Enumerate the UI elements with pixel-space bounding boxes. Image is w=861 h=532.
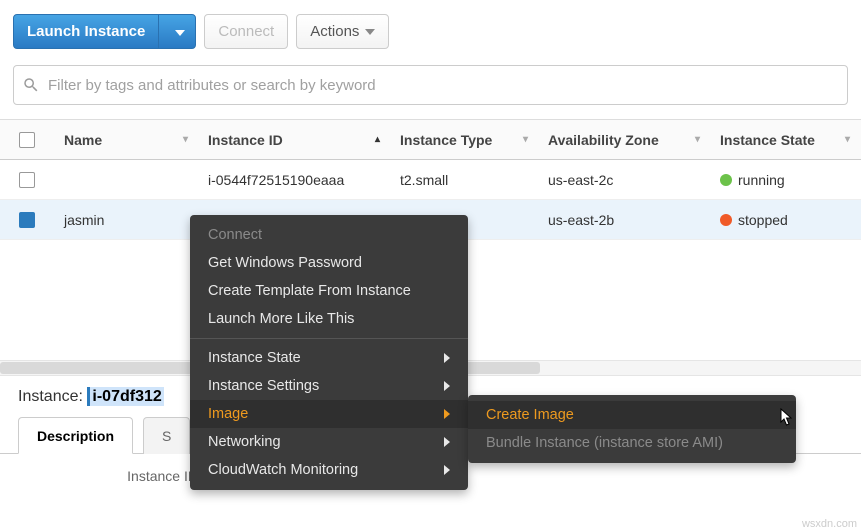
desc-label: Instance ID	[18, 468, 198, 484]
col-instance-type[interactable]: Instance Type▾	[390, 132, 538, 148]
cell-az: us-east-2b	[548, 212, 614, 228]
ctx-connect: Connect	[190, 221, 468, 249]
tab-description[interactable]: Description	[18, 417, 133, 454]
sub-bundle-instance: Bundle Instance (instance store AMI)	[468, 429, 796, 457]
cell-instance-type: t2.small	[400, 172, 448, 188]
actions-label: Actions	[310, 23, 359, 40]
chevron-right-icon	[444, 381, 450, 391]
launch-instance-dropdown[interactable]	[158, 14, 196, 49]
ctx-cloudwatch[interactable]: CloudWatch Monitoring	[190, 456, 468, 484]
table-header-row: Name▾ Instance ID▴ Instance Type▾ Availa…	[0, 120, 861, 160]
col-instance-state[interactable]: Instance State▾	[710, 132, 860, 148]
connect-button: Connect	[204, 14, 288, 49]
context-submenu-image: Create Image Bundle Instance (instance s…	[468, 395, 796, 463]
caret-down-icon	[175, 30, 185, 36]
tab-other[interactable]: S	[143, 417, 190, 454]
col-availability-zone[interactable]: Availability Zone▾	[538, 132, 710, 148]
search-bar[interactable]	[13, 65, 848, 105]
cell-name: jasmin	[64, 212, 104, 228]
sort-asc-icon: ▴	[375, 134, 380, 145]
watermark: wsxdn.com	[802, 518, 857, 530]
cell-state: stopped	[738, 212, 788, 228]
search-icon	[22, 76, 40, 94]
caret-down-icon	[365, 29, 375, 35]
ctx-get-windows-password[interactable]: Get Windows Password	[190, 249, 468, 277]
status-dot-icon	[720, 214, 732, 226]
row-checkbox[interactable]	[19, 172, 35, 188]
chevron-right-icon	[444, 465, 450, 475]
status-dot-icon	[720, 174, 732, 186]
cell-az: us-east-2c	[548, 172, 613, 188]
table-row[interactable]: i-0544f72515190eaaa t2.small us-east-2c …	[0, 160, 861, 200]
actions-button[interactable]: Actions	[296, 14, 389, 49]
select-all-checkbox[interactable]	[19, 132, 35, 148]
ctx-networking[interactable]: Networking	[190, 428, 468, 456]
ctx-launch-more[interactable]: Launch More Like This	[190, 305, 468, 333]
toolbar: Launch Instance Connect Actions	[0, 0, 861, 59]
menu-separator	[190, 338, 468, 339]
col-instance-id[interactable]: Instance ID▴	[198, 132, 390, 148]
mouse-cursor-icon	[779, 408, 795, 428]
sub-create-image[interactable]: Create Image	[468, 401, 796, 429]
chevron-right-icon	[444, 437, 450, 447]
detail-label: Instance:	[18, 388, 83, 405]
row-checkbox[interactable]	[19, 212, 35, 228]
sort-icon: ▾	[695, 134, 700, 145]
search-input[interactable]	[48, 77, 839, 94]
ctx-instance-state[interactable]: Instance State	[190, 344, 468, 372]
sort-icon: ▾	[845, 134, 850, 145]
sort-icon: ▾	[523, 134, 528, 145]
chevron-right-icon	[444, 409, 450, 419]
ctx-instance-settings[interactable]: Instance Settings	[190, 372, 468, 400]
detail-instance-id: i-07df312	[87, 387, 163, 406]
cell-state: running	[738, 172, 785, 188]
context-menu: Connect Get Windows Password Create Temp…	[190, 215, 468, 490]
col-name[interactable]: Name▾	[54, 132, 198, 148]
sort-icon: ▾	[183, 134, 188, 145]
launch-instance-button[interactable]: Launch Instance	[13, 14, 159, 49]
ctx-image[interactable]: Image	[190, 400, 468, 428]
chevron-right-icon	[444, 353, 450, 363]
cell-instance-id: i-0544f72515190eaaa	[208, 172, 344, 188]
ctx-create-template[interactable]: Create Template From Instance	[190, 277, 468, 305]
